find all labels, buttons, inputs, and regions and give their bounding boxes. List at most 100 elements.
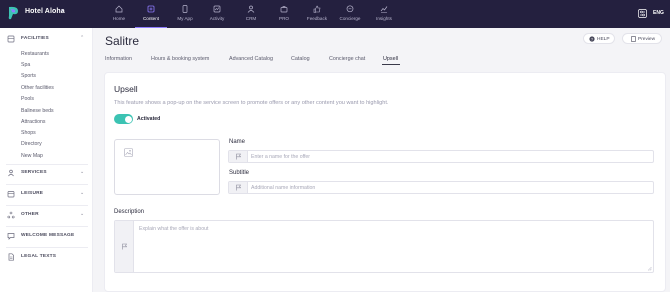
nav-feedback-label: Feedback xyxy=(306,16,328,21)
hotel-switch-chevron-icon[interactable]: ▾ xyxy=(61,8,64,14)
welcome-message-icon xyxy=(7,233,15,240)
name-field-wrapper xyxy=(228,150,654,163)
nav-content[interactable]: Content xyxy=(135,0,167,28)
preview-button-label: Preview xyxy=(638,36,656,42)
sidebar-divider xyxy=(6,205,88,206)
description-label: Description xyxy=(114,209,145,215)
nav-content-label: Content xyxy=(142,16,160,21)
subtitle-field-wrapper xyxy=(228,181,654,194)
resize-grip-icon[interactable] xyxy=(647,266,652,271)
activated-toggle[interactable] xyxy=(114,114,133,124)
subtitle-label: Subtitle xyxy=(229,170,250,176)
phone-icon xyxy=(182,5,188,13)
flag-icon xyxy=(122,243,128,250)
sidebar-item-shops[interactable]: Shops xyxy=(21,130,36,136)
name-input[interactable] xyxy=(251,152,649,161)
upsell-description: This feature shows a pop-up on the servi… xyxy=(114,100,389,106)
sidebar-item-sports[interactable]: Sports xyxy=(21,73,36,79)
other-icon xyxy=(7,211,15,219)
language-selector[interactable]: ENG xyxy=(653,10,664,16)
chevron-down-icon: ⌄ xyxy=(80,169,85,175)
subtitle-input[interactable] xyxy=(251,183,649,192)
facilities-icon xyxy=(7,35,15,43)
sidebar-section-welcome-message[interactable]: WELCOME MESSAGE xyxy=(0,231,93,243)
description-textarea[interactable] xyxy=(139,226,647,266)
nav-crm-label: CRM xyxy=(245,16,257,21)
language-flag[interactable] xyxy=(229,182,248,193)
sidebar-item-directory[interactable]: Directory xyxy=(21,141,42,147)
sidebar-item-restaurants[interactable]: Restaurants xyxy=(21,51,49,57)
app-logo-icon[interactable] xyxy=(7,5,20,21)
sidebar-item-balinese-beds[interactable]: Balinese beds xyxy=(21,108,54,114)
description-field-wrapper xyxy=(114,220,654,273)
sidebar-item-attractions[interactable]: Attractions xyxy=(21,119,46,125)
sidebar-divider xyxy=(6,184,88,185)
upsell-title: Upsell xyxy=(114,84,138,94)
chevron-up-icon: ⌃ xyxy=(80,35,85,41)
tab-concierge-chat[interactable]: Concierge chat xyxy=(329,56,365,62)
tab-hours-booking[interactable]: Hours & booking system xyxy=(151,56,209,62)
activity-icon xyxy=(213,5,221,13)
sidebar-section-label: LEGAL TEXTS xyxy=(21,254,57,259)
leisure-icon xyxy=(7,191,15,198)
hotel-name[interactable]: Hotel Aloha xyxy=(25,8,65,15)
services-icon xyxy=(8,169,14,177)
nav-activity-label: Activity xyxy=(209,16,225,21)
nav-my-app[interactable]: My App xyxy=(169,0,201,28)
nav-insights-label: Insights xyxy=(376,16,392,21)
help-button[interactable]: ? HELP xyxy=(583,33,615,44)
phone-preview-icon xyxy=(631,36,636,42)
flag-icon xyxy=(236,184,242,191)
chart-icon xyxy=(380,6,388,13)
thumb-icon xyxy=(313,5,321,13)
sidebar-section-label: SERVICES xyxy=(21,170,47,175)
chevron-down-icon: ⌄ xyxy=(80,211,85,217)
nav-crm[interactable]: CRM xyxy=(235,0,267,28)
nav-home[interactable]: Home xyxy=(103,0,135,28)
sidebar-section-facilities[interactable]: FACILITIES ⌃ xyxy=(0,34,93,46)
sidebar-divider xyxy=(6,247,88,248)
sidebar-item-pools[interactable]: Pools xyxy=(21,96,34,102)
sidebar-section-services[interactable]: SERVICES ⌄ xyxy=(0,168,93,180)
help-icon: ? xyxy=(589,36,595,42)
nav-feedback[interactable]: Feedback xyxy=(301,0,333,28)
sidebar-section-label: FACILITIES xyxy=(21,36,49,41)
nav-concierge[interactable]: Concierge xyxy=(334,0,366,28)
nav-home-label: Home xyxy=(112,16,126,21)
sidebar-section-other[interactable]: OTHER ⌄ xyxy=(0,210,93,222)
nav-insights[interactable]: Insights xyxy=(368,0,400,28)
preview-button[interactable]: Preview xyxy=(622,33,662,44)
tab-upsell[interactable]: Upsell xyxy=(383,56,398,62)
image-upload-box[interactable] xyxy=(114,139,220,195)
chat-icon xyxy=(346,5,354,13)
activated-toggle-label: Activated xyxy=(137,116,161,122)
sidebar: FACILITIES ⌃ Restaurants Spa Sports Othe… xyxy=(0,28,93,292)
tab-catalog[interactable]: Catalog xyxy=(291,56,310,62)
tab-information[interactable]: Information xyxy=(105,56,132,62)
chevron-down-icon: ⌄ xyxy=(80,190,85,196)
nav-activity[interactable]: Activity xyxy=(201,0,233,28)
page-title: Salitre xyxy=(105,34,140,48)
sidebar-section-label: OTHER xyxy=(21,212,39,217)
top-nav-bar: Hotel Aloha ▾ Home Content My App Activi… xyxy=(0,0,670,28)
people-icon xyxy=(247,5,255,13)
toggle-knob xyxy=(124,115,132,123)
nav-pro[interactable]: PRO xyxy=(268,0,300,28)
sidebar-item-spa[interactable]: Spa xyxy=(21,62,30,68)
sidebar-divider xyxy=(6,164,88,165)
sidebar-section-leisure[interactable]: LEISURE ⌄ xyxy=(0,189,93,201)
name-label: Name xyxy=(229,139,246,145)
language-flag[interactable] xyxy=(229,151,248,162)
nav-active-underline xyxy=(135,27,167,28)
sidebar-item-new-map[interactable]: New Map xyxy=(21,153,43,159)
language-flag[interactable] xyxy=(115,221,134,272)
settings-sliders-icon[interactable] xyxy=(638,9,647,18)
sidebar-item-other-facilities[interactable]: Other facilities xyxy=(21,85,54,91)
sidebar-section-legal-texts[interactable]: LEGAL TEXTS xyxy=(0,252,93,264)
nav-pro-label: PRO xyxy=(279,16,289,21)
content-icon xyxy=(147,5,155,13)
tab-advanced-catalog[interactable]: Advanced Catalog xyxy=(229,56,273,62)
image-placeholder-icon xyxy=(124,148,133,157)
home-icon xyxy=(115,5,123,13)
document-icon xyxy=(8,253,14,261)
